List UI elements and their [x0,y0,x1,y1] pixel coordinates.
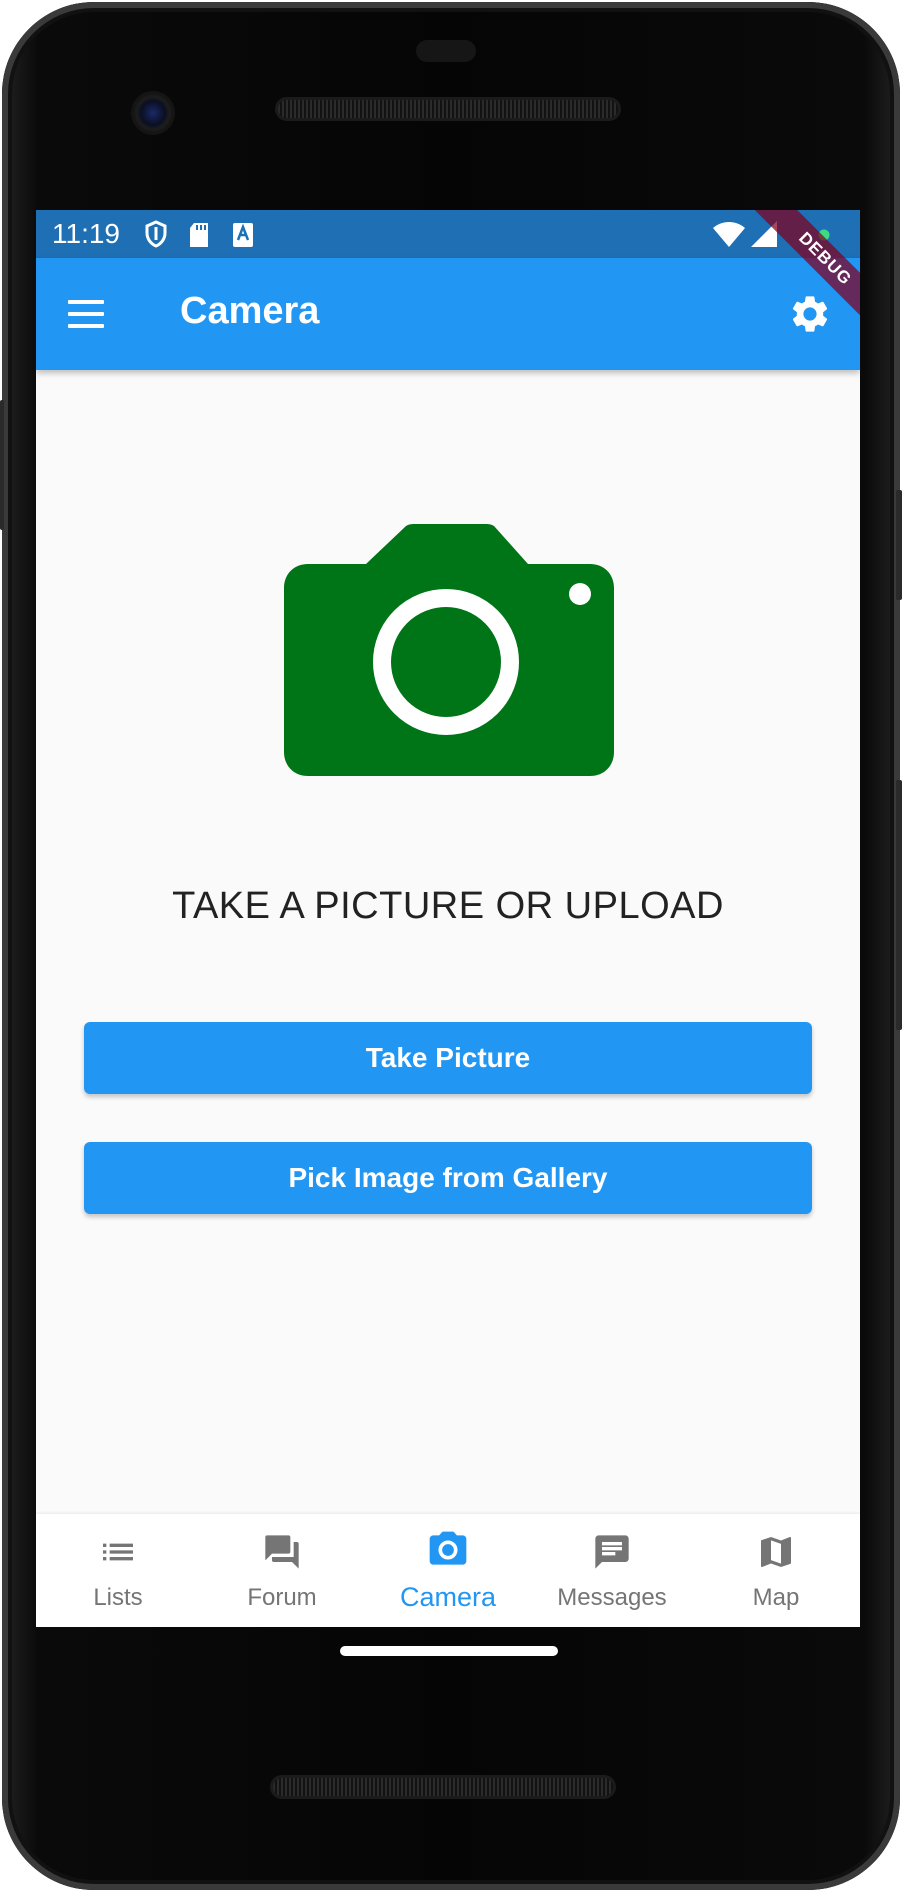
gear-icon [792,296,828,332]
a-icon [232,222,254,253]
shield-icon [144,220,168,253]
take-picture-button[interactable]: Take Picture [84,1022,812,1094]
nav-item-messages[interactable]: Messages [530,1514,694,1627]
left-side-button [0,400,4,530]
nav-label-lists: Lists [93,1584,143,1611]
nav-item-forum[interactable]: Forum [200,1514,364,1627]
app-screen: 11:19 Camera DEBUG TAKE A PICTURE OR UPL… [36,210,860,1627]
bottom-speaker-grille [273,1778,613,1796]
nav-item-camera[interactable]: Camera [366,1514,530,1627]
pick-gallery-button[interactable]: Pick Image from Gallery [84,1142,812,1214]
sd-card-icon [188,222,210,253]
camera-icon [284,524,614,776]
app-bar: Camera [36,258,860,370]
nav-item-lists[interactable]: Lists [36,1514,200,1627]
volume-button [896,780,902,1030]
forum-icon [265,1535,299,1569]
home-indicator[interactable] [340,1646,558,1656]
nav-label-forum: Forum [247,1584,317,1611]
menu-icon [68,300,104,304]
phone-frame: 11:19 Camera DEBUG TAKE A PICTURE OR UPL… [0,0,902,1892]
headline: TAKE A PICTURE OR UPLOAD [172,885,724,927]
bottom-navigation: Lists Forum Camera Messages Map [36,1514,860,1627]
status-time: 11:19 [52,218,120,249]
status-bar: 11:19 [36,210,860,258]
wifi-icon [712,220,746,253]
map-icon [761,1537,791,1567]
power-button [896,490,902,600]
page-title: Camera [180,290,320,332]
nav-label-messages: Messages [557,1584,667,1611]
menu-button[interactable] [66,294,106,334]
list-icon [103,1543,133,1561]
nav-item-map[interactable]: Map [694,1514,858,1627]
proximity-sensor [416,40,476,62]
message-icon [595,1535,629,1569]
top-speaker-grille [278,100,618,118]
settings-button[interactable] [788,292,832,336]
nav-label-map: Map [752,1584,800,1611]
nav-label-camera: Camera [399,1582,497,1612]
front-camera-icon [134,94,172,132]
camera-icon [429,1531,467,1565]
